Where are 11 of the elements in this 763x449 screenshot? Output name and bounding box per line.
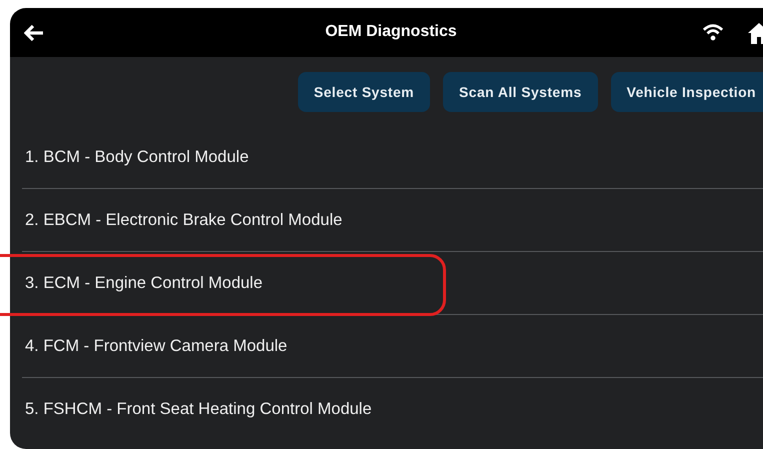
toolbar-button[interactable]: Select System xyxy=(298,72,430,112)
wifi-icon xyxy=(702,23,724,42)
back-arrow-icon[interactable] xyxy=(24,24,44,42)
toolbar-button[interactable]: Scan All Systems xyxy=(443,72,598,112)
screen-title: OEM Diagnostics xyxy=(324,23,458,41)
toolbar-button[interactable]: Vehicle Inspection xyxy=(610,72,763,112)
module-list-item[interactable]: 4. FCM - Frontview Camera Module xyxy=(22,315,763,378)
module-list-item[interactable]: 5. FSHCM - Front Seat Heating Control Module xyxy=(22,378,763,441)
module-list-item[interactable]: 1. BCM - Body Control Module xyxy=(22,126,763,189)
module-list-item[interactable]: 2. EBCM - Electronic Brake Control Module xyxy=(22,189,763,252)
module-list-item[interactable]: 3. ECM - Engine Control Module xyxy=(22,252,763,315)
